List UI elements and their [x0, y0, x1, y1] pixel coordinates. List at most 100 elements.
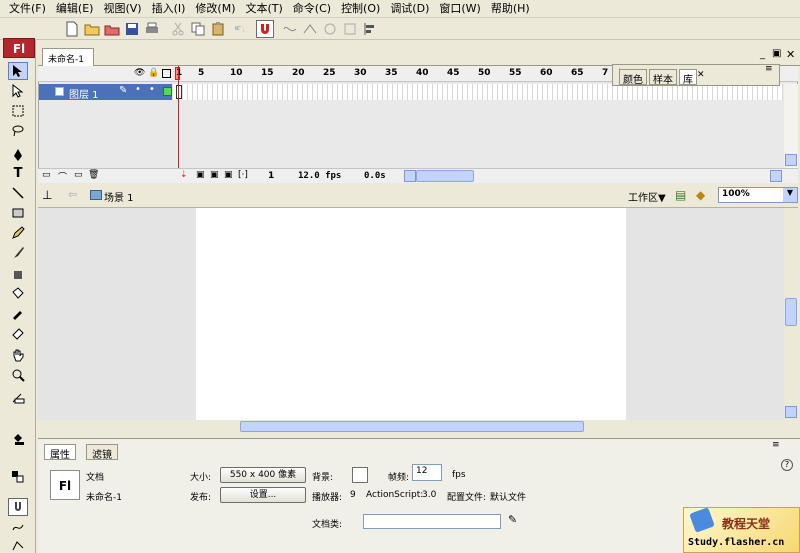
selection-tool-icon[interactable] [8, 62, 28, 80]
tab-filters[interactable]: 滤镜 [86, 444, 118, 461]
ink-bottle-tool-icon[interactable] [8, 264, 28, 282]
menu-commands[interactable]: 命令(C) [288, 1, 336, 17]
close-document-icon[interactable]: ✕ [786, 48, 795, 61]
timeline-hscroll-thumb[interactable] [416, 170, 474, 182]
panel-tab-library[interactable]: 库 [679, 69, 697, 86]
timeline-scroll-right-icon[interactable] [770, 170, 782, 182]
save-icon[interactable] [124, 21, 140, 37]
layer-outline-color-icon[interactable] [163, 87, 172, 96]
text-tool-icon[interactable]: T [8, 164, 28, 182]
panel-tab-swatches[interactable]: 样本 [649, 69, 677, 86]
eraser-tool-icon[interactable] [8, 324, 28, 342]
center-frame-icon[interactable]: ⇣ [180, 170, 188, 180]
timeline-toggle-icon[interactable]: ⊥ [42, 188, 52, 202]
edit-class-pencil-icon[interactable]: ✎ [508, 513, 517, 526]
back-arrow-icon[interactable]: ⇦ [68, 188, 77, 201]
snap-magnet-icon[interactable] [256, 20, 274, 38]
workspace-dropdown[interactable]: 工作区▼ [628, 189, 666, 204]
menu-file[interactable]: 文件(F) [4, 1, 51, 17]
line-tool-icon[interactable] [8, 184, 28, 202]
straighten-option-icon[interactable] [8, 536, 28, 553]
swap-colors-icon[interactable] [8, 468, 28, 486]
onion-outline-icon[interactable]: ▣ [210, 170, 219, 180]
zoom-tool-icon[interactable] [8, 366, 28, 384]
background-color-swatch[interactable] [352, 467, 368, 483]
layer-lock-dot[interactable]: • [149, 84, 155, 95]
document-size-button[interactable]: 550 x 400 像素 [220, 467, 306, 483]
menu-control[interactable]: 控制(O) [336, 1, 385, 17]
menu-debug[interactable]: 调试(D) [385, 1, 434, 17]
brush-tool-icon[interactable] [8, 244, 28, 262]
outline-layers-icon[interactable] [162, 69, 171, 78]
snap-to-objects-icon[interactable] [8, 498, 28, 516]
lasso-tool-icon[interactable] [8, 122, 28, 140]
panel-options-icon[interactable]: ≡ [772, 440, 780, 450]
straighten-icon[interactable] [302, 21, 318, 37]
timeline-scroll-down-icon[interactable] [785, 154, 797, 166]
copy-icon[interactable] [190, 21, 206, 37]
panel-options-icon[interactable]: ≡ [765, 64, 773, 74]
timeline-scroll-left-icon[interactable] [404, 170, 416, 182]
keyframe-1[interactable] [176, 85, 182, 99]
document-class-input[interactable] [363, 514, 501, 529]
open-recent-icon[interactable] [104, 21, 120, 37]
menu-window[interactable]: 窗口(W) [434, 1, 485, 17]
help-icon[interactable]: ? [781, 459, 793, 471]
eyedropper-tool-icon[interactable] [8, 304, 28, 322]
insert-layer-icon[interactable]: ▭ [42, 170, 51, 180]
menu-text[interactable]: 文本(T) [240, 1, 287, 17]
stage-hscroll[interactable] [38, 420, 798, 433]
paste-icon[interactable] [210, 21, 226, 37]
rotate-icon[interactable] [322, 21, 338, 37]
minimize-icon[interactable]: _ [760, 49, 765, 60]
edit-scene-icon[interactable]: ▤ [675, 188, 686, 202]
pencil-tool-icon[interactable] [8, 224, 28, 242]
cut-icon[interactable] [170, 21, 186, 37]
document-tab[interactable]: 未命名-1 [42, 48, 94, 66]
timeline-frames[interactable] [173, 84, 783, 100]
stage-hscroll-thumb[interactable] [240, 421, 584, 432]
stage-scroll-down-icon[interactable] [785, 406, 797, 418]
edit-multiple-frames-icon[interactable]: ▣ [224, 170, 233, 180]
open-folder-icon[interactable] [84, 21, 100, 37]
stroke-color-icon[interactable] [8, 388, 28, 406]
panel-tab-color[interactable]: 颜色 [619, 69, 647, 86]
pen-tool-icon[interactable] [8, 146, 28, 164]
hand-tool-icon[interactable] [8, 346, 28, 364]
new-file-icon[interactable] [64, 21, 80, 37]
tab-properties[interactable]: 属性 [44, 444, 76, 461]
restore-icon[interactable]: ▣ [772, 48, 781, 59]
stage-vscroll-thumb[interactable] [785, 298, 797, 326]
free-transform-tool-icon[interactable] [8, 102, 28, 120]
rectangle-tool-icon[interactable] [8, 204, 28, 222]
smooth-option-icon[interactable] [8, 518, 28, 536]
print-icon[interactable] [144, 21, 160, 37]
edit-symbols-icon[interactable]: ◆ [696, 188, 705, 202]
menu-view[interactable]: 视图(V) [98, 1, 146, 17]
show-hide-layers-icon[interactable]: 👁 [134, 68, 145, 78]
subselection-tool-icon[interactable] [8, 82, 28, 100]
smooth-icon[interactable] [282, 21, 298, 37]
zoom-dropdown-arrow-icon[interactable]: ▼ [783, 188, 797, 202]
add-guide-icon[interactable]: ⌒ [58, 170, 67, 183]
stage-vscroll[interactable] [784, 208, 798, 420]
fill-color-icon[interactable] [8, 430, 28, 448]
paint-bucket-tool-icon[interactable] [8, 284, 28, 302]
modify-onion-markers-icon[interactable]: [·] [238, 170, 248, 180]
undo-icon[interactable] [232, 21, 248, 37]
align-icon[interactable] [362, 21, 378, 37]
delete-layer-icon[interactable]: 🗑 [88, 170, 99, 180]
layer-row[interactable]: 图层 1 ✎ • • [39, 84, 172, 101]
menu-help[interactable]: 帮助(H) [486, 1, 535, 17]
menu-insert[interactable]: 插入(I) [147, 1, 191, 17]
frame-rate-input[interactable]: 12 [412, 464, 442, 481]
lock-layers-icon[interactable]: 🔒 [148, 68, 159, 78]
insert-folder-icon[interactable]: ▭ [74, 170, 83, 180]
onion-skin-icon[interactable]: ▣ [196, 170, 205, 180]
layer-visible-dot[interactable]: • [135, 84, 141, 95]
menu-edit[interactable]: 编辑(E) [51, 1, 99, 17]
menu-modify[interactable]: 修改(M) [190, 1, 240, 17]
scale-icon[interactable] [342, 21, 358, 37]
close-panel-icon[interactable]: ✕ [697, 70, 705, 80]
publish-settings-button[interactable]: 设置... [220, 487, 306, 503]
